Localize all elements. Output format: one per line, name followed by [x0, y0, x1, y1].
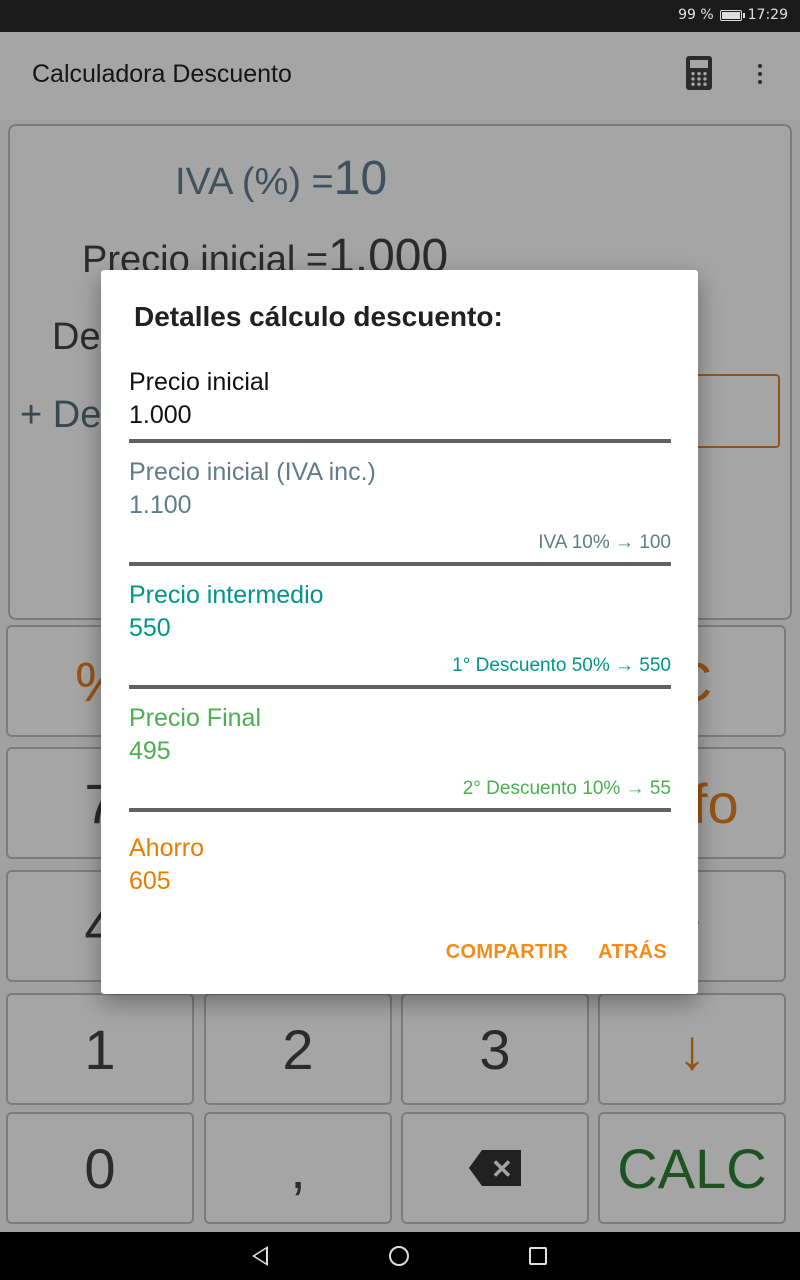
item-value: 1.100	[129, 491, 192, 519]
share-button[interactable]: COMPARTIR	[446, 941, 568, 964]
item-label: Ahorro	[129, 834, 205, 862]
divider	[129, 685, 671, 689]
list-item: Precio intermedio 550 1° Descuento 50% →…	[129, 579, 671, 689]
item-detail: IVA 10% → 100	[538, 532, 671, 553]
item-value: 605	[129, 867, 171, 895]
item-value: 1.000	[129, 401, 192, 429]
clock: 17:29	[747, 7, 788, 23]
item-label: Precio Final	[129, 704, 261, 732]
list-item: Precio Final 495 2° Descuento 10% → 55	[129, 702, 671, 812]
navigation-bar	[0, 1232, 800, 1280]
list-item: Precio inicial 1.000	[129, 366, 671, 443]
dialog-actions: COMPARTIR ATRÁS	[446, 941, 667, 964]
divider	[129, 439, 671, 443]
home-nav-icon[interactable]	[389, 1246, 409, 1266]
item-label: Precio inicial	[129, 368, 270, 396]
recents-nav-icon[interactable]	[529, 1247, 547, 1265]
list-item: Precio inicial (IVA inc.) 1.100 IVA 10% …	[129, 456, 671, 566]
item-label: Precio intermedio	[129, 581, 324, 609]
back-button[interactable]: ATRÁS	[598, 941, 667, 964]
dialog-title: Detalles cálculo descuento:	[134, 301, 503, 332]
item-label: Precio inicial (IVA inc.)	[129, 458, 376, 486]
item-value: 550	[129, 614, 171, 642]
item-detail: 2° Descuento 10% → 55	[462, 778, 671, 799]
divider	[129, 562, 671, 566]
battery-percent: 99 %	[678, 7, 714, 23]
battery-icon	[719, 9, 745, 21]
details-dialog: Detalles cálculo descuento: Precio inici…	[101, 270, 698, 994]
back-nav-icon[interactable]	[252, 1246, 268, 1266]
item-value: 495	[129, 737, 171, 765]
item-detail: 1° Descuento 50% → 550	[452, 655, 671, 676]
status-bar: 99 % 17:29	[0, 0, 800, 32]
divider	[129, 808, 671, 812]
list-item: Ahorro 605	[129, 832, 671, 898]
